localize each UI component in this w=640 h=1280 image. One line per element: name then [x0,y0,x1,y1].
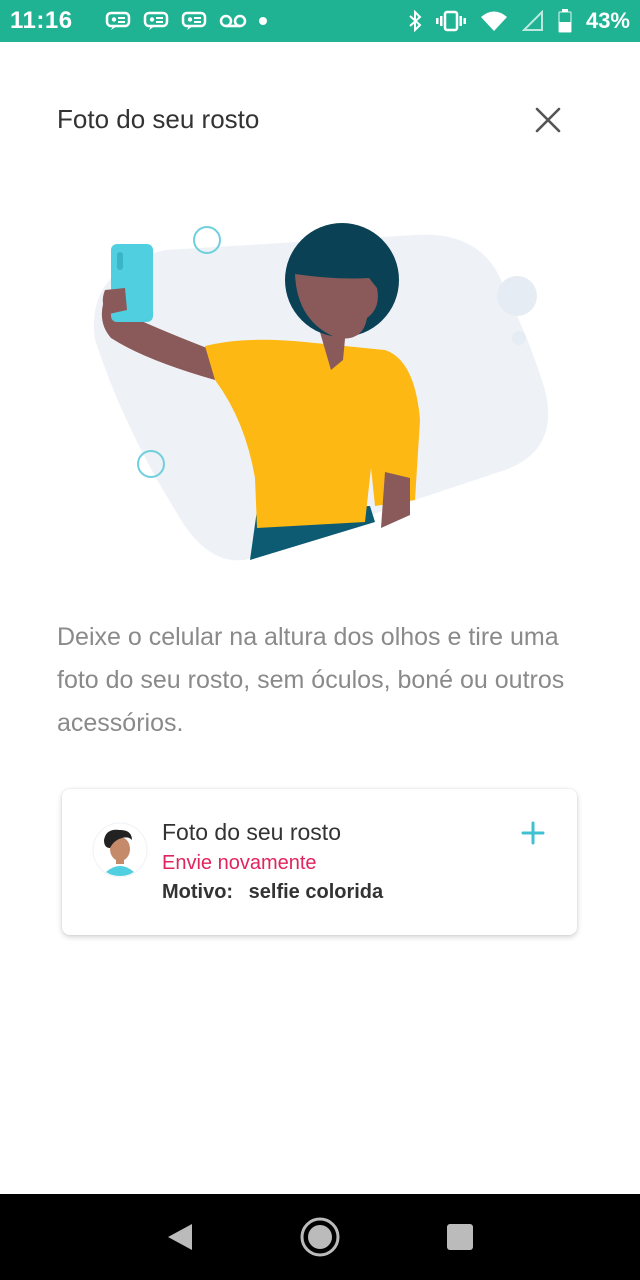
face-avatar-icon [92,822,148,878]
card-reason: Motivo: selfie colorida [162,881,383,904]
nav-home-button[interactable] [290,1207,350,1267]
add-photo-button[interactable] [517,817,549,849]
more-notifications-dot [258,17,267,25]
card-title: Foto do seu rosto [162,819,341,845]
reason-value: selfie colorida [248,881,384,903]
instructions-text: Deixe o celular na altura dos olhos e ti… [57,623,565,737]
home-icon [300,1217,340,1257]
navigation-bar [0,1194,640,1280]
vibrate-icon [435,10,466,32]
close-button[interactable] [528,100,568,140]
message-icon [181,11,206,30]
battery-percentage: 43% [585,8,630,33]
nav-recents-button[interactable] [430,1207,490,1267]
reason-label: Motivo: [162,881,234,903]
battery-icon [558,9,572,33]
status-bar-left: 11:16 [10,7,267,35]
plus-icon [521,821,545,845]
selfie-illustration [93,223,549,561]
signal-icon [521,10,543,31]
nav-back-button[interactable] [150,1207,210,1267]
bluetooth-icon [409,10,422,32]
back-icon [168,1224,192,1250]
page-title: Foto do seu rosto [57,104,260,134]
wifi-icon [480,11,507,31]
bubble-decoration [512,331,526,345]
status-time: 11:16 [10,7,73,34]
message-icon [143,11,168,30]
bubble-decoration [497,276,537,316]
recents-icon [447,1224,473,1250]
status-bar-right: 43% [408,8,630,34]
voicemail-icon [219,14,246,28]
card-status: Envie novamente [162,852,317,874]
document-upload-card[interactable]: Foto do seu rosto Envie novamente Motivo… [62,789,577,935]
message-icon [105,11,130,30]
notification-icons [105,11,267,31]
close-icon [535,107,561,133]
status-bar: 11:16 43% [0,0,640,42]
